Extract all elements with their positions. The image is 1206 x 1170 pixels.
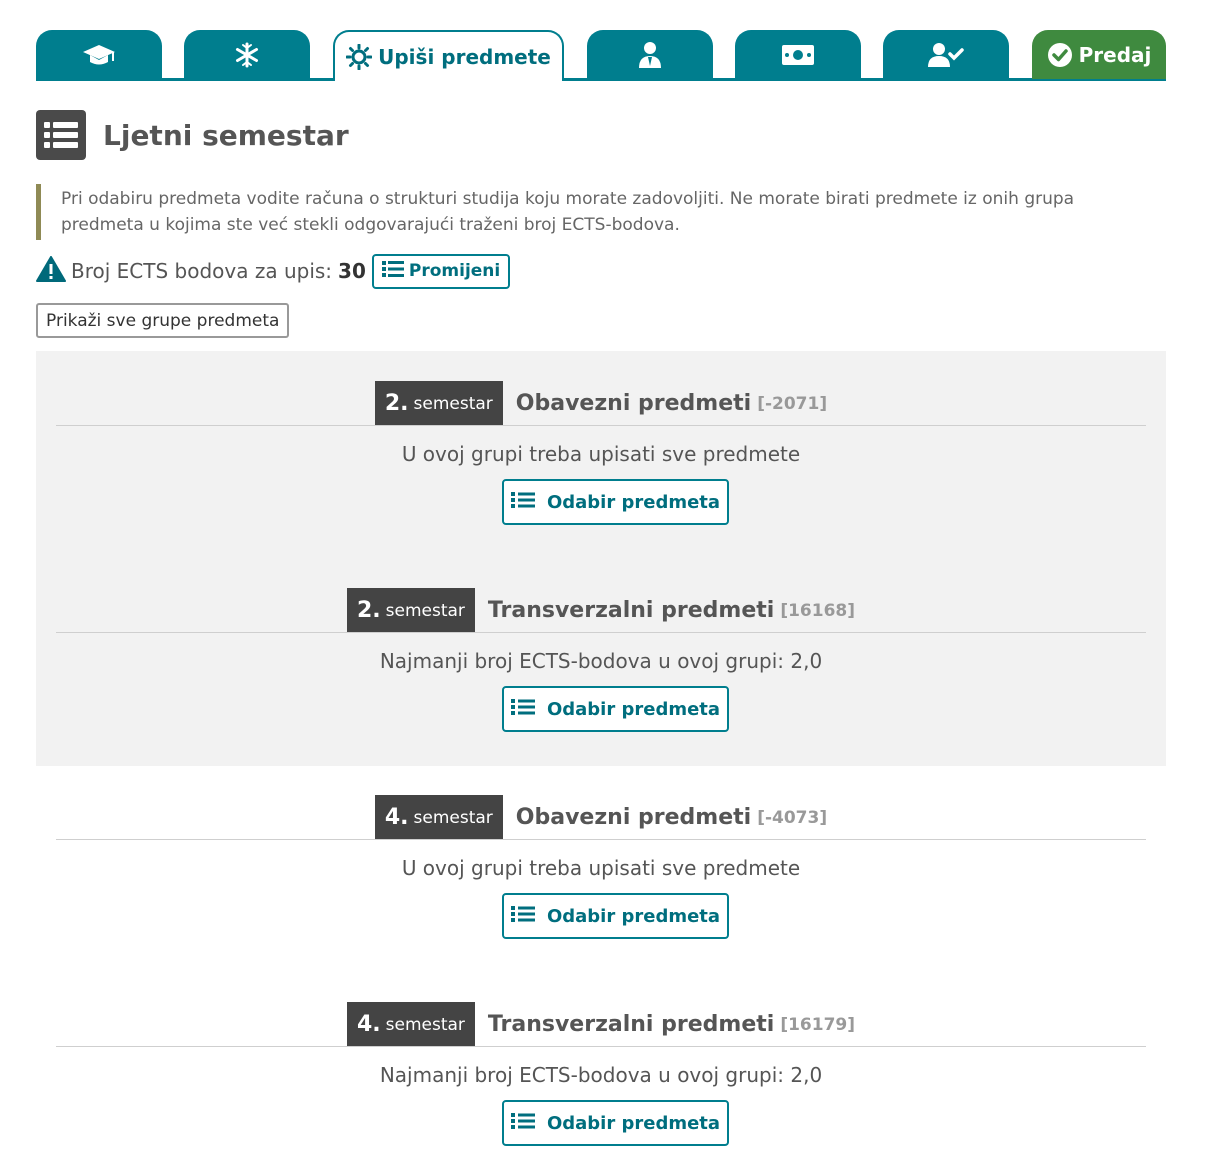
group-title-text: Obavezni predmeti (515, 805, 752, 830)
tab-user-check[interactable] (883, 30, 1009, 79)
tab-payment[interactable] (735, 30, 861, 79)
group-title: Transverzalni predmeti [16168] (488, 588, 855, 633)
change-ects-button[interactable]: Promijeni (371, 253, 511, 289)
select-courses-button[interactable]: Odabir predmeta (502, 893, 729, 939)
ects-label: Broj ECTS bodova za upis: (71, 259, 333, 283)
page-heading: Ljetni semestar (36, 110, 349, 160)
select-courses-label: Odabir predmeta (546, 491, 721, 513)
group-code: [-4073] (757, 807, 828, 828)
list-icon (381, 260, 404, 283)
sun-icon (346, 43, 373, 70)
group-divider (56, 632, 1146, 633)
group-code: [-2071] (757, 393, 828, 414)
list-icon (36, 110, 86, 160)
group-title-text: Obavezni predmeti (515, 391, 752, 416)
tab-winter[interactable] (184, 30, 310, 79)
check-circle-icon (1047, 42, 1073, 68)
group-divider (56, 1046, 1146, 1047)
select-courses-button[interactable]: Odabir predmeta (502, 686, 729, 732)
list-icon (510, 491, 535, 514)
select-courses-label: Odabir predmeta (546, 905, 721, 927)
list-icon (510, 905, 535, 928)
group-info: U ovoj grupi treba upisati sve predmete (401, 442, 801, 466)
group-info: Najmanji broj ECTS-bodova u ovoj grupi: … (379, 649, 823, 673)
semester-number: 4. (384, 805, 409, 830)
semester-number: 4. (356, 1012, 381, 1037)
group-header: 2. semestar Transverzalni predmeti [16168… (56, 588, 1146, 633)
select-courses-label: Odabir predmeta (546, 698, 721, 720)
semester-word: semestar (413, 393, 493, 414)
show-all-groups-button[interactable]: Prikaži sve grupe predmeta (36, 303, 290, 338)
semester-word: semestar (385, 600, 465, 621)
group-title: Obavezni predmeti [-2071] (516, 381, 827, 426)
user-check-icon (928, 42, 964, 68)
group-divider (56, 425, 1146, 426)
group-header: 4. semestar Transverzalni predmeti [16179… (56, 1002, 1146, 1047)
semester-badge: 2. semestar (374, 381, 503, 426)
group-title: Obavezni predmeti [-4073] (516, 795, 827, 840)
tab-enroll-label: Upiši predmete (378, 44, 551, 69)
money-bill-icon (781, 44, 815, 66)
graduation-cap-icon (82, 43, 116, 67)
list-icon (510, 698, 535, 721)
semester-number: 2. (356, 598, 381, 623)
select-courses-label: Odabir predmeta (546, 1112, 721, 1134)
semester-word: semestar (413, 807, 493, 828)
select-courses-button[interactable]: Odabir predmeta (502, 479, 729, 525)
group-code: [16168] (780, 600, 855, 621)
group-info: U ovoj grupi treba upisati sve predmete (401, 856, 801, 880)
tab-submit-label: Predaj (1078, 42, 1152, 67)
semester-badge: 4. semestar (346, 1002, 475, 1047)
change-ects-label: Promijeni (408, 261, 501, 281)
select-courses-button[interactable]: Odabir predmeta (502, 1100, 729, 1146)
semester-word: semestar (385, 1014, 465, 1035)
group-title-text: Transverzalni predmeti (487, 598, 775, 623)
group-title: Transverzalni predmeti [16179] (488, 1002, 855, 1047)
tab-studies[interactable] (36, 30, 162, 79)
tab-bar: Upiši predmete Predaj (36, 30, 1166, 82)
semester-number: 2. (384, 391, 409, 416)
semester-badge: 4. semestar (374, 795, 503, 840)
page-title: Ljetni semestar (103, 118, 349, 152)
group-divider (56, 839, 1146, 840)
group-code: [16179] (780, 1014, 855, 1035)
group-info: Najmanji broj ECTS-bodova u ovoj grupi: … (379, 1063, 823, 1087)
person-suit-icon (637, 41, 663, 69)
tab-submit[interactable]: Predaj (1032, 30, 1166, 79)
warning-icon (36, 255, 66, 287)
ects-row: Broj ECTS bodova za upis: 30 Promijeni (36, 253, 511, 289)
list-icon (510, 1112, 535, 1135)
snowflake-icon (234, 42, 260, 68)
group-title-text: Transverzalni predmeti (487, 1012, 775, 1037)
tab-enroll-courses[interactable]: Upiši predmete (333, 30, 564, 81)
group-header: 2. semestar Obavezni predmeti [-2071] (56, 381, 1146, 426)
info-note: Pri odabiru predmeta vodite računa o str… (36, 184, 1136, 240)
group-header: 4. semestar Obavezni predmeti [-4073] (56, 795, 1146, 840)
semester-badge: 2. semestar (346, 588, 475, 633)
ects-value: 30 (338, 259, 366, 283)
tab-person[interactable] (587, 30, 713, 79)
